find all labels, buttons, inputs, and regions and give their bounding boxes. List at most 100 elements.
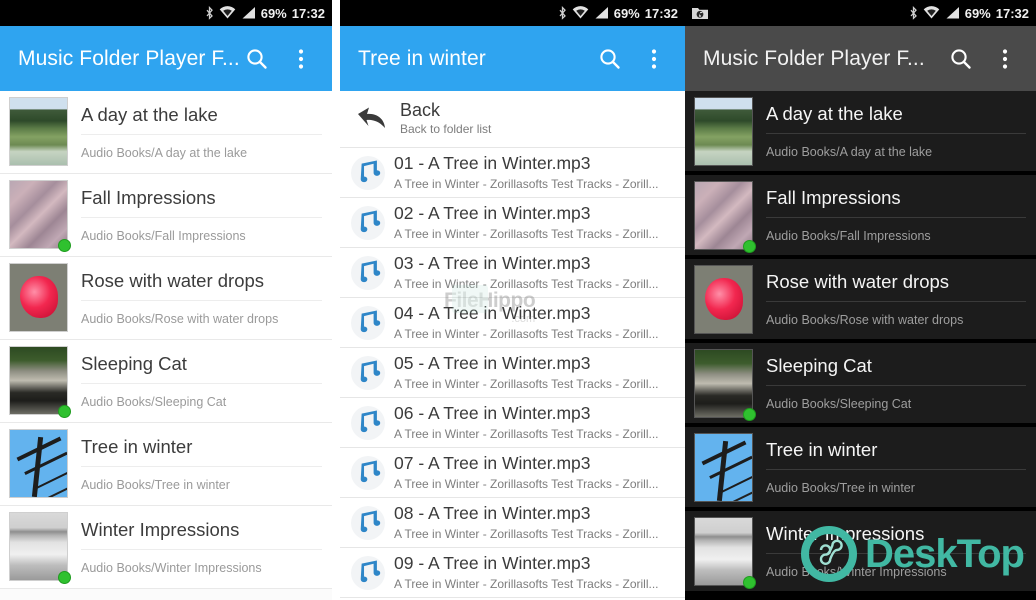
search-button-mid[interactable] (597, 46, 623, 72)
track-row[interactable]: 03 - A Tree in Winter.mp3 A Tree in Wint… (340, 248, 685, 298)
folder-list-light[interactable]: A day at the lake Audio Books/A day at t… (0, 91, 332, 589)
track-row[interactable]: 04 - A Tree in Winter.mp3 A Tree in Wint… (340, 298, 685, 348)
track-text: 03 - A Tree in Winter.mp3 A Tree in Wint… (390, 253, 677, 292)
thumbnail-wrapper (9, 263, 68, 332)
list-item[interactable]: Fall Impressions Audio Books/Fall Impres… (0, 174, 332, 257)
track-subtitle: A Tree in Winter - Zorillasofts Test Tra… (394, 526, 659, 541)
list-item-title: Winter Impressions (766, 523, 1026, 554)
back-arrow-icon (358, 107, 385, 128)
track-row[interactable]: 07 - A Tree in Winter.mp3 A Tree in Wint… (340, 448, 685, 498)
list-item[interactable]: Winter Impressions Audio Books/Winter Im… (685, 511, 1036, 595)
folder-artwork-image (9, 97, 68, 166)
list-item-path: Audio Books/Sleeping Cat (766, 397, 912, 411)
music-note-icon-wrapper (346, 351, 390, 395)
more-vertical-icon (298, 48, 304, 69)
list-item-text: Rose with water drops Audio Books/Rose w… (68, 263, 322, 333)
bluetooth-icon (206, 5, 213, 20)
track-subtitle: A Tree in Winter - Zorillasofts Test Tra… (394, 276, 659, 291)
track-text: 06 - A Tree in Winter.mp3 A Tree in Wint… (390, 403, 677, 442)
folder-artwork-image (9, 346, 68, 415)
list-item[interactable]: Fall Impressions Audio Books/Fall Impres… (685, 175, 1036, 259)
track-title: 09 - A Tree in Winter.mp3 (394, 552, 591, 573)
music-note-icon-wrapper (346, 251, 390, 295)
music-note-icon (351, 405, 385, 440)
list-item-text: Fall Impressions Audio Books/Fall Impres… (753, 181, 1026, 249)
track-list[interactable]: Back Back to folder list 01 - A Tree in … (340, 91, 685, 600)
track-text: 01 - A Tree in Winter.mp3 A Tree in Wint… (390, 153, 677, 192)
search-button-light[interactable] (244, 46, 270, 72)
music-note-icon-wrapper (346, 201, 390, 245)
playing-badge-dot (743, 240, 756, 253)
wifi-icon (923, 6, 940, 19)
status-bar-system-icons: 69% 17:32 (909, 5, 1029, 21)
list-item-text: Rose with water drops Audio Books/Rose w… (753, 265, 1026, 333)
music-note-icon-wrapper (346, 301, 390, 345)
search-button-dark[interactable] (948, 46, 974, 72)
folder-artwork-image (694, 265, 753, 334)
list-item[interactable]: Rose with water drops Audio Books/Rose w… (0, 257, 332, 340)
overflow-menu-button-dark[interactable] (992, 46, 1018, 72)
track-title: 01 - A Tree in Winter.mp3 (394, 152, 591, 173)
list-item-title: A day at the lake (81, 104, 322, 135)
list-item-path: Audio Books/A day at the lake (766, 145, 933, 159)
action-bar-buttons-mid (597, 46, 671, 72)
list-item[interactable]: Winter Impressions Audio Books/Winter Im… (0, 506, 332, 589)
back-list-item[interactable]: Back Back to folder list (340, 91, 685, 148)
track-subtitle: A Tree in Winter - Zorillasofts Test Tra… (394, 476, 659, 491)
overflow-menu-button-light[interactable] (288, 46, 314, 72)
panel-separator (332, 0, 340, 600)
overflow-menu-button-mid[interactable] (641, 46, 667, 72)
list-item[interactable]: A day at the lake Audio Books/A day at t… (685, 91, 1036, 175)
track-row[interactable]: 09 - A Tree in Winter.mp3 A Tree in Wint… (340, 548, 685, 598)
list-item-text: Fall Impressions Audio Books/Fall Impres… (68, 180, 322, 250)
back-item-subtitle: Back to folder list (400, 122, 492, 137)
back-icon-wrapper (346, 97, 396, 141)
search-icon (247, 48, 267, 69)
folder-artwork-image (694, 433, 753, 502)
status-bar-light: 69% 17:32 (0, 0, 332, 26)
track-row[interactable]: 08 - A Tree in Winter.mp3 A Tree in Wint… (340, 498, 685, 548)
signal-icon (595, 7, 608, 19)
track-title: 02 - A Tree in Winter.mp3 (394, 202, 591, 223)
list-item[interactable]: A day at the lake Audio Books/A day at t… (0, 91, 332, 174)
track-subtitle: A Tree in Winter - Zorillasofts Test Tra… (394, 376, 659, 391)
music-note-icon-wrapper (346, 451, 390, 495)
thumbnail-wrapper (694, 517, 756, 589)
folder-list-dark[interactable]: A day at the lake Audio Books/A day at t… (685, 91, 1036, 595)
track-row[interactable]: 02 - A Tree in Winter.mp3 A Tree in Wint… (340, 198, 685, 248)
track-title: 06 - A Tree in Winter.mp3 (394, 402, 591, 423)
music-note-icon-wrapper (346, 551, 390, 595)
track-text: 07 - A Tree in Winter.mp3 A Tree in Wint… (390, 453, 677, 492)
list-item-text: Tree in winter Audio Books/Tree in winte… (68, 429, 322, 499)
thumbnail-wrapper (694, 181, 756, 253)
list-item-text: Winter Impressions Audio Books/Winter Im… (68, 512, 322, 582)
status-bar-mid: 69% 17:32 (340, 0, 685, 26)
list-item[interactable]: Rose with water drops Audio Books/Rose w… (685, 259, 1036, 343)
music-note-icon (351, 555, 385, 590)
back-item-text: Back Back to folder list (396, 100, 677, 138)
track-row[interactable]: 06 - A Tree in Winter.mp3 A Tree in Wint… (340, 398, 685, 448)
list-item[interactable]: Sleeping Cat Audio Books/Sleeping Cat (685, 343, 1036, 427)
list-item-path: Audio Books/Rose with water drops (81, 312, 279, 326)
battery-percent: 69% (964, 5, 991, 21)
list-item-path: Audio Books/Fall Impressions (766, 229, 931, 243)
thumbnail-wrapper (694, 349, 756, 421)
track-row[interactable]: 01 - A Tree in Winter.mp3 A Tree in Wint… (340, 148, 685, 198)
list-item-path: Audio Books/A day at the lake (81, 146, 248, 160)
list-item-text: A day at the lake Audio Books/A day at t… (753, 97, 1026, 165)
list-item[interactable]: Tree in winter Audio Books/Tree in winte… (685, 427, 1036, 511)
list-item[interactable]: Tree in winter Audio Books/Tree in winte… (0, 423, 332, 506)
track-text: 09 - A Tree in Winter.mp3 A Tree in Wint… (390, 553, 677, 592)
track-row[interactable]: 05 - A Tree in Winter.mp3 A Tree in Wint… (340, 348, 685, 398)
music-note-icon (351, 455, 385, 490)
list-item-text: Sleeping Cat Audio Books/Sleeping Cat (68, 346, 322, 416)
thumbnail-wrapper (694, 97, 753, 166)
status-clock: 17:32 (644, 5, 678, 21)
list-item-title: Winter Impressions (81, 519, 322, 550)
music-note-icon (351, 155, 385, 190)
list-item-title: Sleeping Cat (766, 355, 1026, 386)
status-bar-notifications (691, 5, 909, 21)
list-item[interactable]: Sleeping Cat Audio Books/Sleeping Cat (0, 340, 332, 423)
track-subtitle: A Tree in Winter - Zorillasofts Test Tra… (394, 576, 659, 591)
app-title-dark: Music Folder Player F... (703, 46, 925, 70)
